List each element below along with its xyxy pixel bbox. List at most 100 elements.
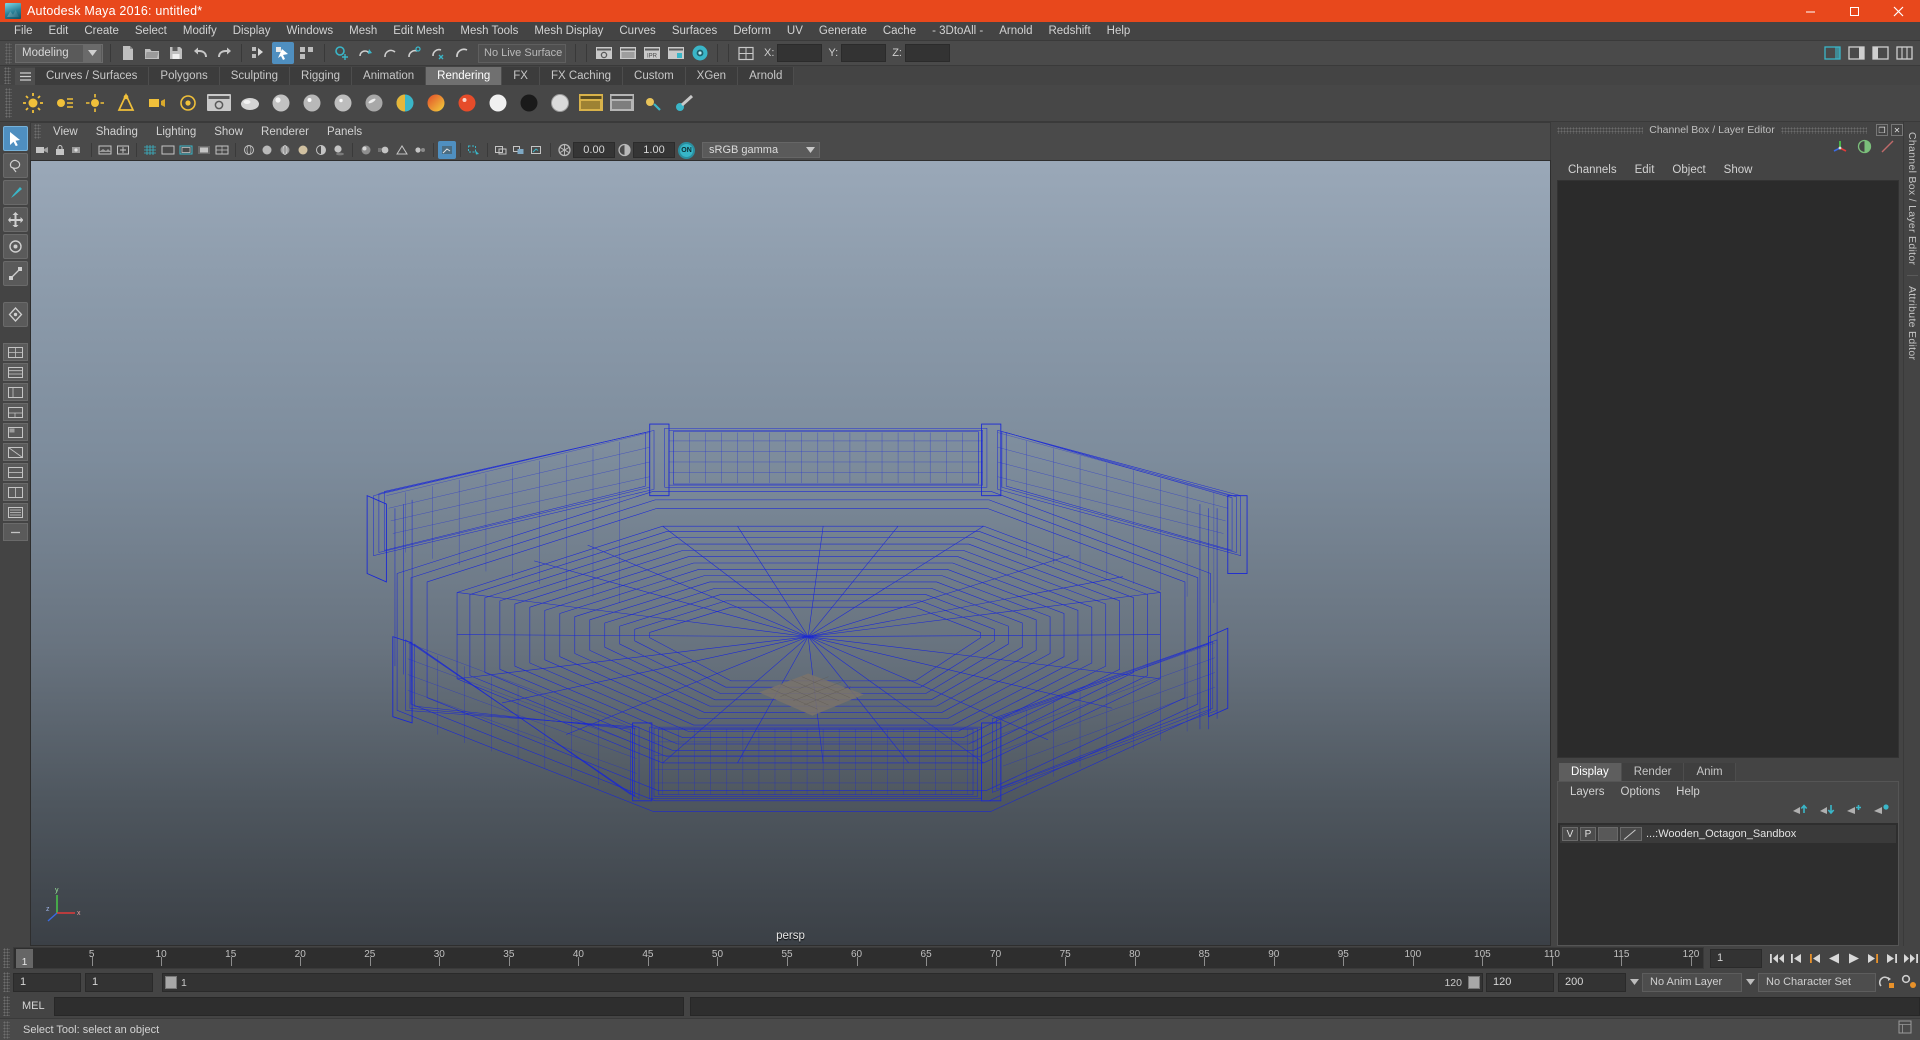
image-plane-icon[interactable]: [96, 141, 114, 159]
range-slider-grip[interactable]: [3, 972, 10, 992]
render-current-frame-icon[interactable]: [617, 42, 639, 64]
rotate-tool-icon[interactable]: [2, 234, 28, 259]
anim-layer-dropdown-arrow[interactable]: [1742, 979, 1758, 985]
outliner-icon[interactable]: [2, 503, 28, 521]
snap-projected-center-icon[interactable]: [403, 42, 425, 64]
screen-space-ao-icon[interactable]: [357, 141, 375, 159]
toolbar-grip[interactable]: [5, 42, 12, 64]
current-time-indicator[interactable]: 1: [16, 949, 33, 968]
rail-label-channel-box[interactable]: Channel Box / Layer Editor: [1906, 126, 1918, 271]
layer-tab-display[interactable]: Display: [1559, 763, 1622, 781]
blinn-material-icon[interactable]: [265, 88, 296, 119]
shelf-tab-rigging[interactable]: Rigging: [290, 67, 353, 85]
surface-shader-icon[interactable]: [451, 88, 482, 119]
select-tool-icon[interactable]: [2, 126, 28, 151]
select-component-icon[interactable]: [296, 42, 318, 64]
menu-arnold[interactable]: Arnold: [991, 22, 1040, 41]
shelf-row-grip[interactable]: [5, 88, 12, 118]
help-line-icon[interactable]: [1898, 1020, 1912, 1039]
motion-blur-icon[interactable]: [375, 141, 393, 159]
select-object-icon[interactable]: [272, 42, 294, 64]
command-line-grip[interactable]: [3, 996, 10, 1016]
viewport-grip[interactable]: [34, 124, 41, 139]
half-circle-icon[interactable]: [1857, 139, 1872, 159]
wireframe-icon[interactable]: [240, 141, 258, 159]
grid-toggle-icon[interactable]: [141, 141, 159, 159]
gate-mask-icon[interactable]: [195, 141, 213, 159]
range-bar[interactable]: 1 120: [162, 972, 1483, 992]
menu-surfaces[interactable]: Surfaces: [664, 22, 725, 41]
dock-close-button[interactable]: ✕: [1891, 124, 1903, 136]
undo-icon[interactable]: [189, 42, 211, 64]
layer-menu-help[interactable]: Help: [1668, 782, 1708, 801]
animation-preferences-icon[interactable]: [1898, 972, 1920, 992]
texture-icon[interactable]: [544, 88, 575, 119]
coord-y-field[interactable]: [841, 44, 887, 62]
displacement-icon[interactable]: [513, 88, 544, 119]
light-link-icon[interactable]: [637, 88, 668, 119]
select-camera-icon[interactable]: [33, 141, 51, 159]
minimize-button[interactable]: [1788, 0, 1832, 22]
new-layer-icon[interactable]: [1846, 803, 1863, 821]
persp-uv-icon[interactable]: [2, 443, 28, 461]
shelf-tab-animation[interactable]: Animation: [352, 67, 427, 85]
viewport-menu-renderer[interactable]: Renderer: [252, 123, 318, 141]
shelf-tab-fx[interactable]: FX: [502, 67, 540, 85]
layer-shading-toggle[interactable]: [1598, 827, 1618, 841]
render-pass-icon[interactable]: [606, 88, 637, 119]
paint-select-tool-icon[interactable]: [2, 180, 28, 205]
shelf-tab-polygons[interactable]: Polygons: [149, 67, 220, 85]
use-background-icon[interactable]: [482, 88, 513, 119]
channel-box-list[interactable]: [1557, 180, 1899, 758]
layer-visibility-toggle[interactable]: V: [1562, 827, 1578, 841]
ambient-light-icon[interactable]: [17, 88, 48, 119]
snap-point-icon[interactable]: [379, 42, 401, 64]
undock-button[interactable]: ❐: [1876, 124, 1888, 136]
open-scene-icon[interactable]: [141, 42, 163, 64]
menu-modify[interactable]: Modify: [175, 22, 225, 41]
ipr-render-icon[interactable]: IPR: [641, 42, 663, 64]
shelf-tab-curves-surfaces[interactable]: Curves / Surfaces: [35, 67, 150, 85]
time-slider-grip[interactable]: [3, 948, 10, 968]
dock-grip-left[interactable]: [1557, 126, 1644, 134]
menu-help[interactable]: Help: [1099, 22, 1139, 41]
point-light-icon[interactable]: [79, 88, 110, 119]
menu-uv[interactable]: UV: [779, 22, 811, 41]
channel-box-menu-object[interactable]: Object: [1663, 160, 1714, 180]
lock-camera-icon[interactable]: [51, 141, 69, 159]
menu-file[interactable]: File: [6, 22, 41, 41]
menu-display[interactable]: Display: [225, 22, 279, 41]
step-back-key-icon[interactable]: [1806, 948, 1825, 968]
toggle-editors-icon[interactable]: [735, 42, 757, 64]
two-panes-stacked-icon[interactable]: [2, 463, 28, 481]
redo-icon[interactable]: [213, 42, 235, 64]
axis-gizmo-icon[interactable]: [1832, 138, 1849, 160]
shelf-tab-fx-caching[interactable]: FX Caching: [539, 67, 624, 85]
multisample-aa-icon[interactable]: [393, 141, 411, 159]
phonge-material-icon[interactable]: [327, 88, 358, 119]
film-origin-icon[interactable]: [213, 141, 231, 159]
layer-tab-render[interactable]: Render: [1621, 763, 1685, 781]
xray-icon[interactable]: [465, 141, 483, 159]
gamma-icon[interactable]: [615, 141, 633, 159]
current-frame-field[interactable]: 1: [1710, 948, 1762, 968]
play-forwards-icon[interactable]: [1844, 948, 1863, 968]
anisotropic-material-icon[interactable]: [358, 88, 389, 119]
view-transform-icon[interactable]: [528, 141, 546, 159]
menu-select[interactable]: Select: [127, 22, 175, 41]
volume-light-icon[interactable]: [172, 88, 203, 119]
character-set-selector[interactable]: No Character Set: [1758, 972, 1876, 992]
snap-grid-icon[interactable]: [331, 42, 353, 64]
scale-tool-icon[interactable]: [2, 261, 28, 286]
command-input[interactable]: [53, 996, 684, 1016]
status-bar-grip[interactable]: [3, 1020, 10, 1039]
layer-tab-anim[interactable]: Anim: [1684, 763, 1736, 781]
four-view-icon[interactable]: [2, 363, 28, 381]
menu-create[interactable]: Create: [76, 22, 127, 41]
layer-menu-options[interactable]: Options: [1613, 782, 1669, 801]
resolution-gate-icon[interactable]: [177, 141, 195, 159]
isolate-select-icon[interactable]: [438, 141, 456, 159]
viewport-menu-panels[interactable]: Panels: [318, 123, 371, 141]
go-to-start-icon[interactable]: [1768, 948, 1787, 968]
command-language-label[interactable]: MEL: [13, 1000, 54, 1012]
